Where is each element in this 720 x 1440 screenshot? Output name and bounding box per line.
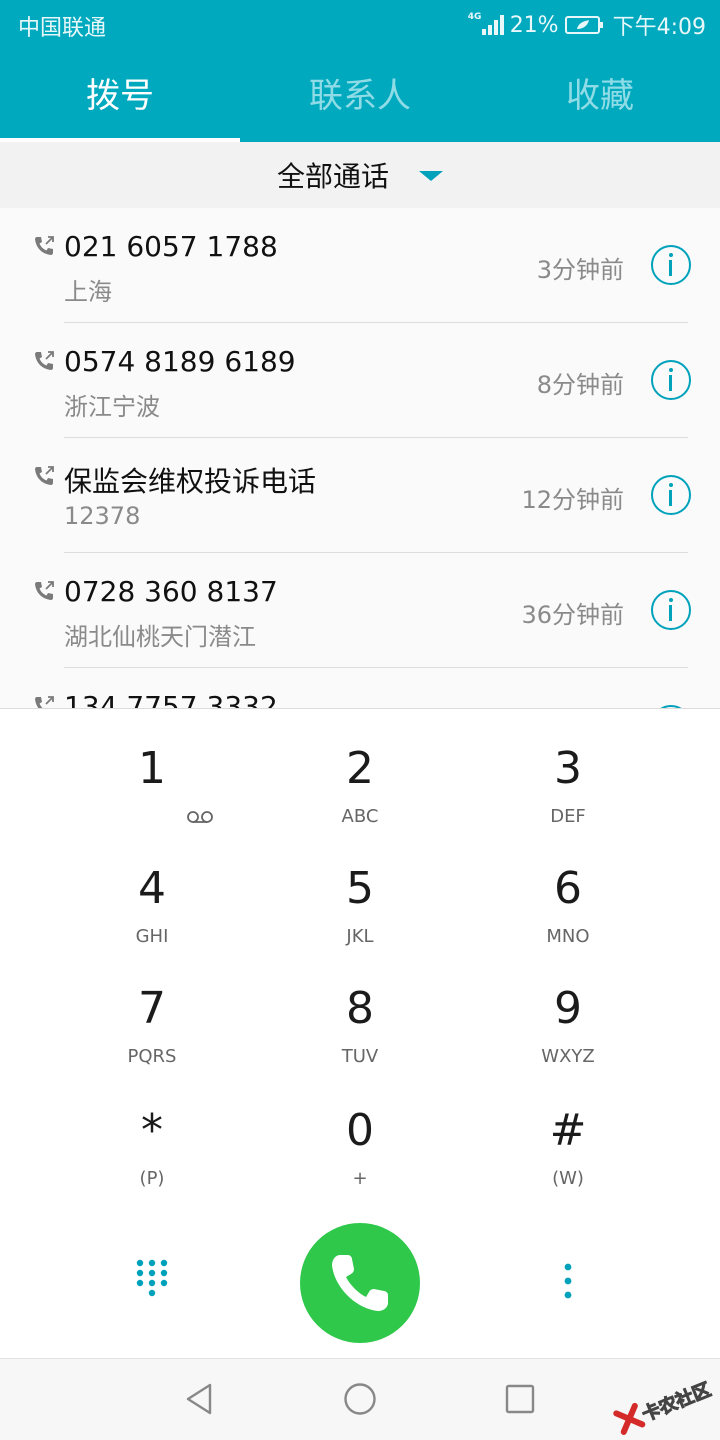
key-4[interactable]: 4 GHI [48, 829, 256, 947]
key-letters: DEF [550, 806, 586, 827]
key-digit: 6 [554, 863, 582, 914]
key-letters: JKL [346, 926, 374, 947]
caret-down-icon [419, 171, 443, 181]
status-indicators: 4G 21% 下午4:09 [468, 9, 706, 41]
call-filter-label: 全部通话 [276, 160, 389, 193]
key-hash[interactable]: # (W) [464, 1071, 672, 1189]
tab-dialer[interactable]: 拨号 [0, 50, 240, 142]
carrier-name: 中国联通 [18, 16, 107, 41]
recents-icon[interactable] [502, 1381, 538, 1417]
back-icon[interactable] [182, 1381, 218, 1417]
call-log-item[interactable]: 021 6057 1788 上海 3分钟前 [0, 208, 720, 323]
caller-name: 0728 360 8137 [64, 575, 278, 608]
clock: 下午4:09 [612, 15, 706, 40]
outgoing-call-icon [35, 696, 54, 708]
caller-name: 0574 8189 6189 [64, 345, 296, 378]
call-time: 8分钟前 [536, 371, 624, 399]
caller-name: 021 6057 1788 [64, 230, 278, 263]
key-1[interactable]: 1 [48, 709, 256, 827]
key-star[interactable]: * (P) [48, 1071, 256, 1189]
key-digit: 3 [554, 743, 582, 794]
info-icon[interactable] [651, 360, 691, 400]
key-digit: 1 [138, 743, 166, 794]
key-letters: TUV [341, 1046, 379, 1067]
key-letters: + [352, 1168, 368, 1189]
tab-bar: 拨号 联系人 收藏 [0, 50, 720, 142]
caller-location: 上海 [64, 278, 112, 306]
signal-icon: 4G [468, 12, 506, 38]
call-filter-dropdown[interactable]: 全部通话 [0, 142, 720, 208]
battery-icon [564, 16, 603, 34]
key-2[interactable]: 2 ABC [256, 709, 464, 827]
caller-number: 12378 [64, 502, 141, 530]
key-digit: 2 [346, 743, 374, 794]
outgoing-call-icon [35, 236, 54, 255]
key-letters: MNO [546, 926, 590, 947]
key-letters: WXYZ [541, 1046, 595, 1067]
call-time: 12分钟前 [521, 486, 624, 514]
tab-favorites[interactable]: 收藏 [480, 50, 720, 142]
more-vert-icon[interactable] [548, 1259, 588, 1307]
watermark-text: 卡农社区 [639, 1379, 715, 1426]
info-icon[interactable] [651, 590, 691, 630]
call-log-item[interactable]: 134 7757 3332 [0, 668, 720, 708]
key-7[interactable]: 7 PQRS [48, 949, 256, 1067]
tab-contacts[interactable]: 联系人 [240, 50, 480, 142]
key-digit: 7 [138, 983, 166, 1034]
call-time: 3分钟前 [536, 256, 624, 284]
key-digit: * [141, 1105, 163, 1156]
key-letters: GHI [135, 926, 169, 947]
call-log-item[interactable]: 保监会维权投诉电话 12378 12分钟前 [0, 438, 720, 553]
call-time: 36分钟前 [521, 601, 624, 629]
key-digit: # [549, 1105, 587, 1156]
dialpad: 1 2 ABC 3 DEF 4 GHI 5 JKL 6 MNO 7 PQRS 8… [0, 708, 720, 1358]
outgoing-call-icon [35, 351, 54, 370]
home-icon[interactable] [342, 1381, 378, 1417]
key-digit: 5 [346, 863, 374, 914]
battery-percent: 21% [509, 12, 559, 38]
call-log-item[interactable]: 0728 360 8137 湖北仙桃天门潜江 36分钟前 [0, 553, 720, 668]
key-digit: 4 [138, 863, 166, 914]
caller-location: 湖北仙桃天门潜江 [64, 623, 256, 651]
key-8[interactable]: 8 TUV [256, 949, 464, 1067]
key-letters: ABC [341, 806, 379, 827]
call-button[interactable] [300, 1223, 420, 1343]
key-letters: (P) [139, 1168, 165, 1189]
info-icon[interactable] [651, 245, 691, 285]
key-0[interactable]: 0 + [256, 1071, 464, 1189]
key-digit: 0 [346, 1105, 374, 1156]
caller-location: 浙江宁波 [64, 393, 160, 421]
caller-name: 保监会维权投诉电话 [64, 465, 317, 498]
caller-name: 134 7757 3332 [64, 690, 278, 708]
call-log-list[interactable]: 021 6057 1788 上海 3分钟前 0574 8189 6189 浙江宁… [0, 208, 720, 708]
key-3[interactable]: 3 DEF [464, 709, 672, 827]
key-6[interactable]: 6 MNO [464, 829, 672, 947]
dialpad-icon[interactable] [128, 1253, 176, 1301]
key-5[interactable]: 5 JKL [256, 829, 464, 947]
voicemail-icon [187, 811, 213, 823]
info-icon[interactable] [651, 475, 691, 515]
key-letters: (W) [552, 1168, 584, 1189]
key-digit: 8 [346, 983, 374, 1034]
status-bar: 中国联通 4G 21% 下午4:09 [0, 0, 720, 50]
call-log-item[interactable]: 0574 8189 6189 浙江宁波 8分钟前 [0, 323, 720, 438]
key-digit: 9 [554, 983, 582, 1034]
key-9[interactable]: 9 WXYZ [464, 949, 672, 1067]
outgoing-call-icon [35, 466, 54, 485]
key-letters: PQRS [127, 1046, 177, 1067]
outgoing-call-icon [35, 581, 54, 600]
phone-icon [332, 1255, 388, 1311]
network-type-label: 4G [467, 12, 482, 22]
